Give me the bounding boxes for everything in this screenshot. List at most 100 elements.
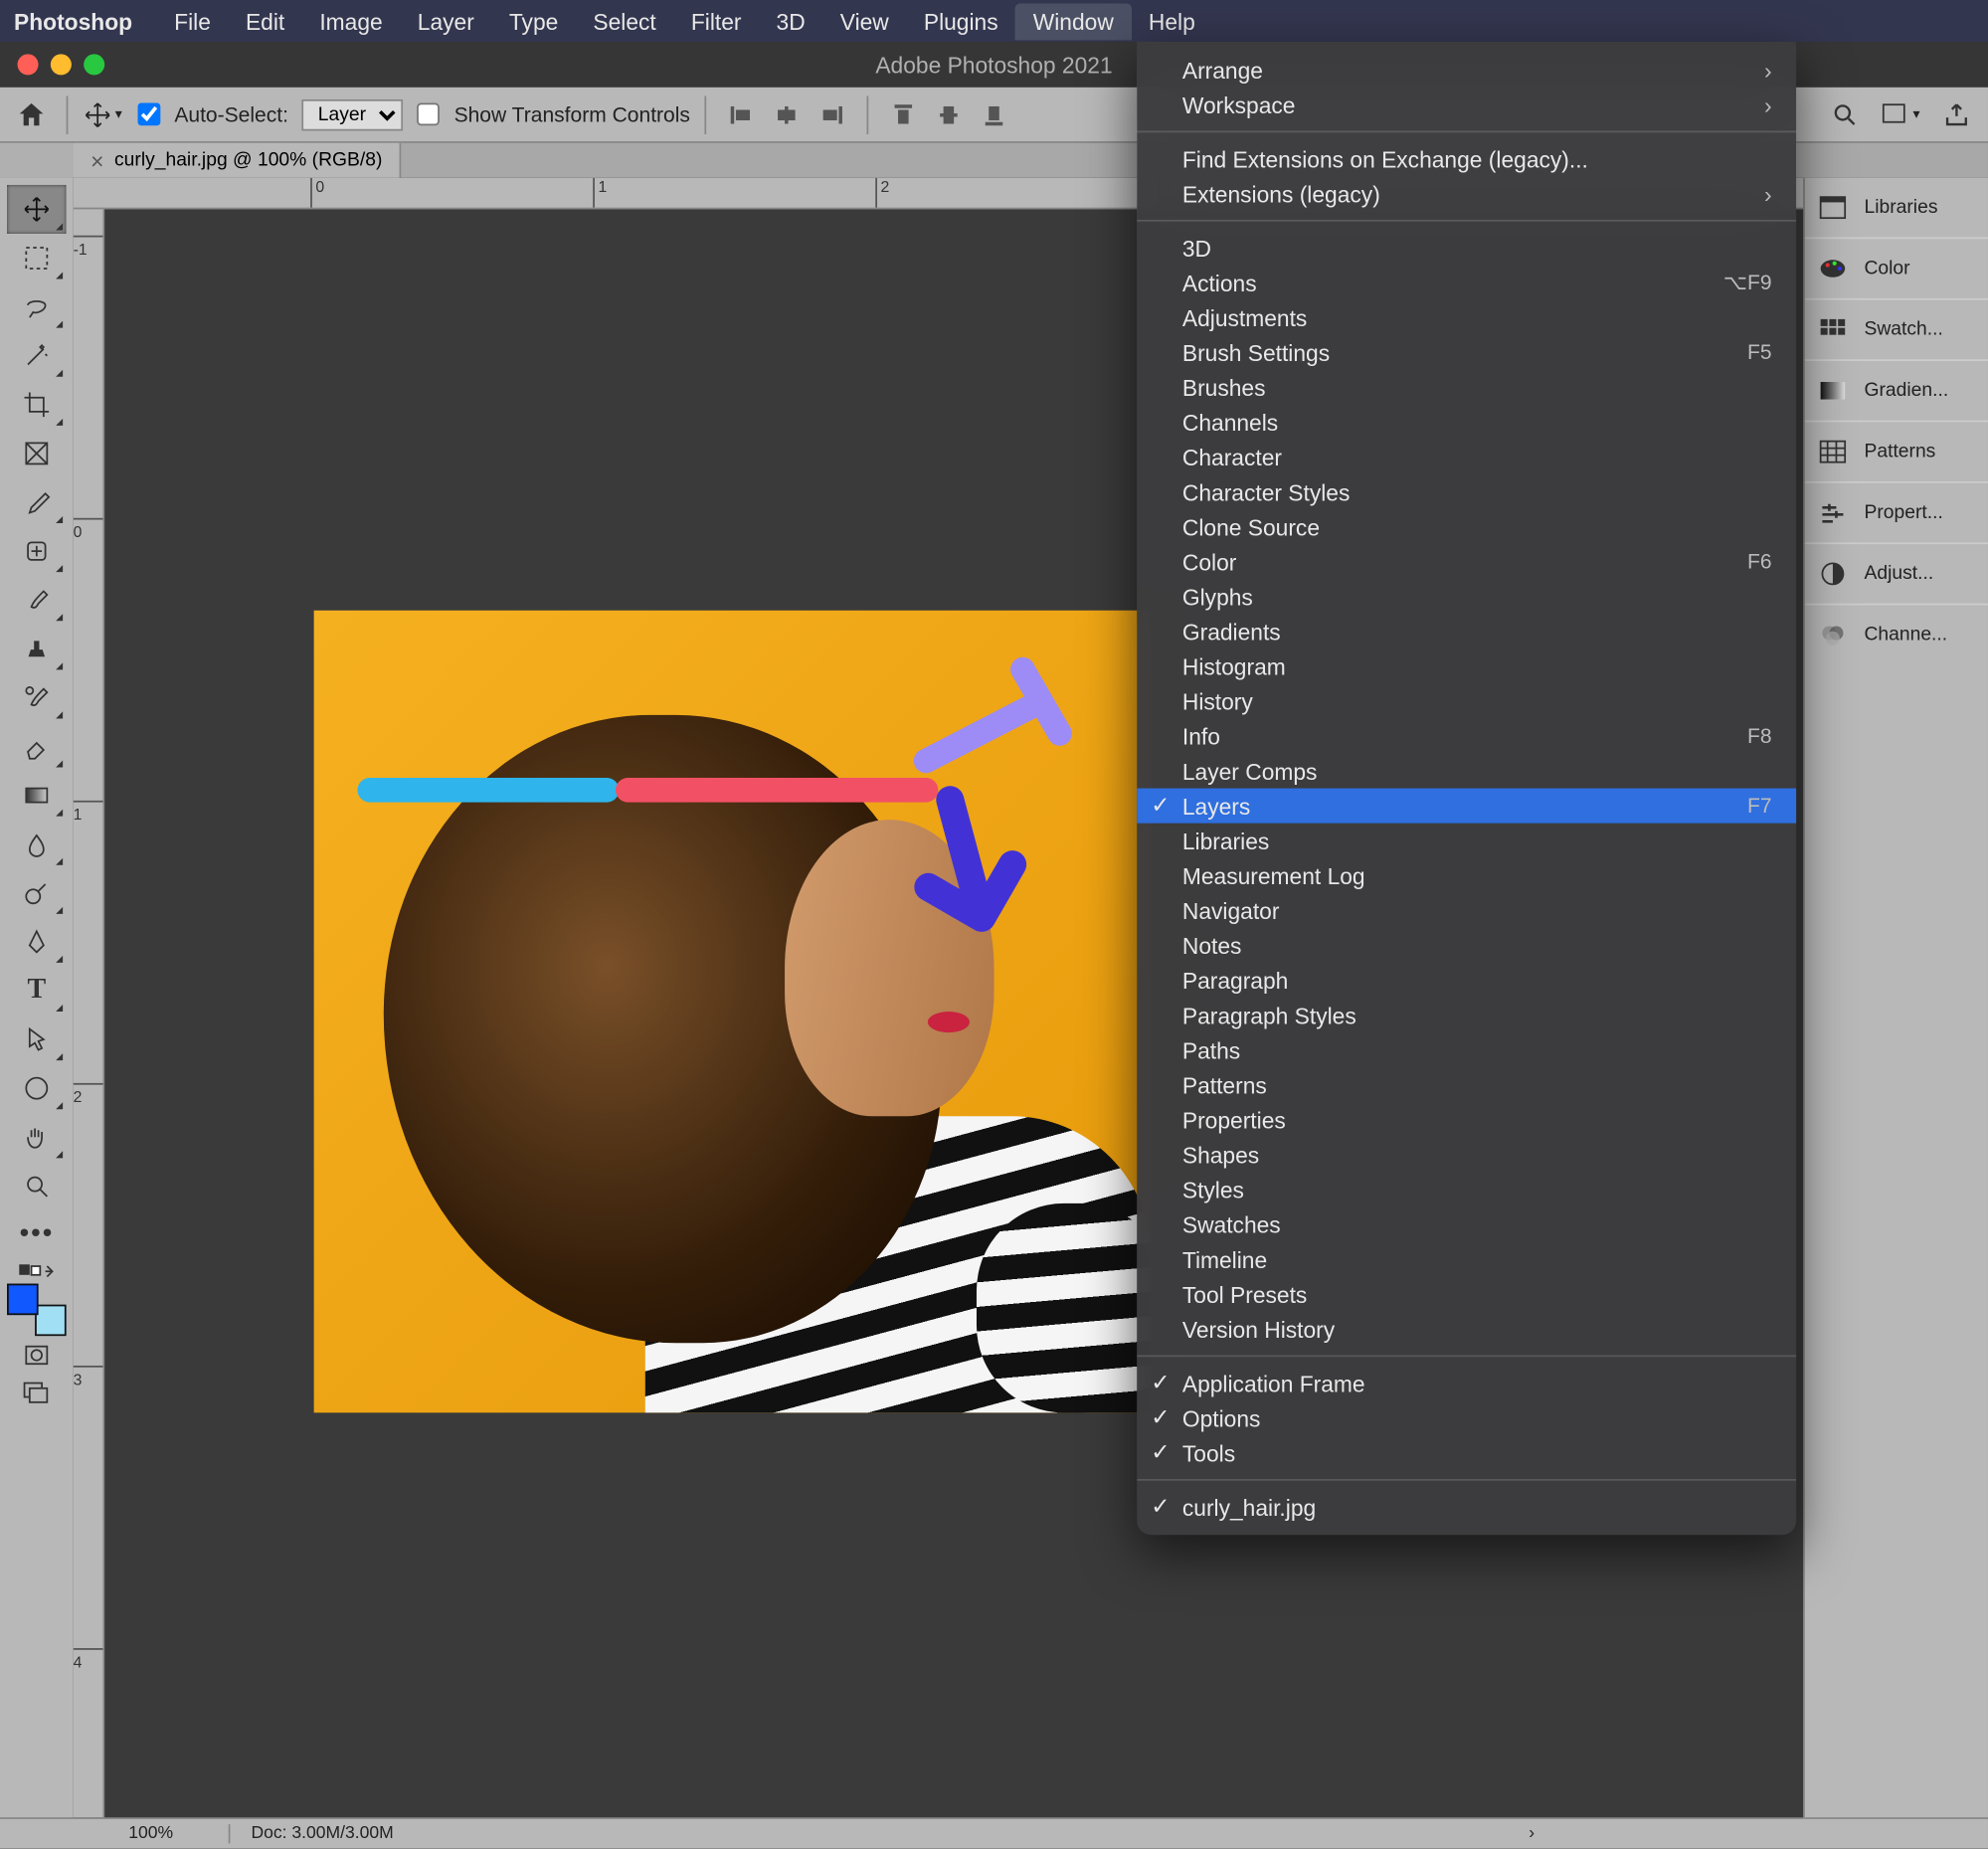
color-swatches[interactable] bbox=[7, 1284, 67, 1337]
screen-mode-icon[interactable]: ▾ bbox=[1880, 93, 1921, 135]
menu-item-notes[interactable]: Notes bbox=[1137, 928, 1796, 963]
menu-item-styles[interactable]: Styles bbox=[1137, 1172, 1796, 1206]
menu-item-measurement-log[interactable]: Measurement Log bbox=[1137, 858, 1796, 893]
type-tool[interactable]: T bbox=[7, 966, 67, 1015]
menu-item-application-frame[interactable]: ✓Application Frame bbox=[1137, 1366, 1796, 1400]
home-button[interactable] bbox=[11, 93, 53, 135]
menu-item-history[interactable]: History bbox=[1137, 683, 1796, 718]
close-window[interactable] bbox=[18, 54, 39, 75]
menu-item-properties[interactable]: Properties bbox=[1137, 1102, 1796, 1137]
path-selection-tool[interactable] bbox=[7, 1016, 67, 1064]
screen-mode-tool[interactable] bbox=[7, 1375, 67, 1413]
background-color-swatch[interactable] bbox=[35, 1305, 67, 1337]
frame-tool[interactable] bbox=[7, 429, 67, 477]
shape-tool[interactable] bbox=[7, 1064, 67, 1113]
move-tool-icon[interactable]: ▾ bbox=[82, 93, 123, 135]
menu-image[interactable]: Image bbox=[302, 3, 400, 40]
menu-item-glyphs[interactable]: Glyphs bbox=[1137, 579, 1796, 614]
lasso-tool[interactable] bbox=[7, 282, 67, 331]
menu-item-arrange[interactable]: Arrange› bbox=[1137, 53, 1796, 88]
menu-plugins[interactable]: Plugins bbox=[906, 3, 1015, 40]
menu-item-histogram[interactable]: Histogram bbox=[1137, 648, 1796, 683]
quickmask-icon[interactable] bbox=[7, 1336, 67, 1375]
search-icon[interactable] bbox=[1824, 93, 1866, 135]
align-top-icon[interactable] bbox=[882, 93, 924, 135]
menu-filter[interactable]: Filter bbox=[673, 3, 759, 40]
panel-properties[interactable]: Propert... bbox=[1805, 481, 1988, 542]
menu-item-navigator[interactable]: Navigator bbox=[1137, 893, 1796, 928]
menu-item-clone-source[interactable]: Clone Source bbox=[1137, 509, 1796, 544]
menu-select[interactable]: Select bbox=[576, 3, 673, 40]
menu-item-brushes[interactable]: Brushes bbox=[1137, 370, 1796, 405]
align-left-icon[interactable] bbox=[720, 93, 762, 135]
eyedropper-tool[interactable] bbox=[7, 477, 67, 526]
menu-item-extensions-legacy-[interactable]: Extensions (legacy)› bbox=[1137, 176, 1796, 211]
menu-item-character[interactable]: Character bbox=[1137, 440, 1796, 474]
menu-item-curly-hair-jpg[interactable]: ✓curly_hair.jpg bbox=[1137, 1489, 1796, 1524]
menu-item-layer-comps[interactable]: Layer Comps bbox=[1137, 754, 1796, 789]
menu-item-version-history[interactable]: Version History bbox=[1137, 1312, 1796, 1347]
doc-size-info[interactable]: Doc: 3.00M/3.00M bbox=[230, 1824, 414, 1843]
menu-item-actions[interactable]: Actions⌥F9 bbox=[1137, 266, 1796, 300]
eraser-tool[interactable] bbox=[7, 722, 67, 771]
magic-wand-tool[interactable] bbox=[7, 331, 67, 380]
menu-item-info[interactable]: InfoF8 bbox=[1137, 718, 1796, 753]
menu-item-find-extensions-on-exchange-legacy-[interactable]: Find Extensions on Exchange (legacy)... bbox=[1137, 141, 1796, 176]
menu-item-tools[interactable]: ✓Tools bbox=[1137, 1435, 1796, 1470]
auto-select-checkbox[interactable] bbox=[138, 102, 161, 125]
crop-tool[interactable] bbox=[7, 380, 67, 429]
align-vcenter-icon[interactable] bbox=[927, 93, 969, 135]
panel-patterns[interactable]: Patterns bbox=[1805, 421, 1988, 481]
zoom-level[interactable]: 100% bbox=[74, 1824, 231, 1843]
menu-item-character-styles[interactable]: Character Styles bbox=[1137, 474, 1796, 509]
menu-item-brush-settings[interactable]: Brush SettingsF5 bbox=[1137, 335, 1796, 370]
edit-toolbar[interactable]: ••• bbox=[7, 1210, 67, 1259]
align-right-icon[interactable] bbox=[811, 93, 852, 135]
menu-item-shapes[interactable]: Shapes bbox=[1137, 1137, 1796, 1172]
menu-item-layers[interactable]: ✓LayersF7 bbox=[1137, 789, 1796, 824]
close-tab-icon[interactable]: × bbox=[90, 147, 103, 173]
auto-select-dropdown[interactable]: Layer bbox=[302, 98, 404, 130]
panel-gradients[interactable]: Gradien... bbox=[1805, 359, 1988, 420]
brush-tool[interactable] bbox=[7, 576, 67, 625]
align-bottom-icon[interactable] bbox=[973, 93, 1014, 135]
menu-file[interactable]: File bbox=[157, 3, 229, 40]
swap-colors-icon[interactable] bbox=[7, 1259, 67, 1284]
gradient-tool[interactable] bbox=[7, 771, 67, 820]
menu-type[interactable]: Type bbox=[491, 3, 575, 40]
blur-tool[interactable] bbox=[7, 820, 67, 868]
menu-layer[interactable]: Layer bbox=[400, 3, 491, 40]
menu-edit[interactable]: Edit bbox=[228, 3, 301, 40]
history-brush-tool[interactable] bbox=[7, 673, 67, 722]
panel-swatches[interactable]: Swatch... bbox=[1805, 298, 1988, 359]
menu-item-gradients[interactable]: Gradients bbox=[1137, 614, 1796, 648]
menu-help[interactable]: Help bbox=[1131, 3, 1212, 40]
menu-item-tool-presets[interactable]: Tool Presets bbox=[1137, 1277, 1796, 1312]
menu-item-timeline[interactable]: Timeline bbox=[1137, 1241, 1796, 1276]
menu-item-color[interactable]: ColorF6 bbox=[1137, 544, 1796, 579]
zoom-tool[interactable] bbox=[7, 1162, 67, 1210]
panel-libraries[interactable]: Libraries bbox=[1805, 178, 1988, 238]
dodge-tool[interactable] bbox=[7, 868, 67, 917]
menu-item-workspace[interactable]: Workspace› bbox=[1137, 88, 1796, 122]
clone-stamp-tool[interactable] bbox=[7, 625, 67, 673]
show-transform-checkbox[interactable] bbox=[418, 102, 441, 125]
menu-item-channels[interactable]: Channels bbox=[1137, 405, 1796, 440]
panel-color[interactable]: Color bbox=[1805, 237, 1988, 297]
menu-window[interactable]: Window bbox=[1015, 3, 1131, 40]
foreground-color-swatch[interactable] bbox=[7, 1284, 39, 1316]
status-chevron-icon[interactable]: › bbox=[1515, 1824, 1988, 1843]
menu-item-paragraph-styles[interactable]: Paragraph Styles bbox=[1137, 998, 1796, 1032]
menu-item-swatches[interactable]: Swatches bbox=[1137, 1206, 1796, 1241]
healing-brush-tool[interactable] bbox=[7, 527, 67, 576]
document-tab[interactable]: × curly_hair.jpg @ 100% (RGB/8) bbox=[74, 143, 402, 178]
panel-channels[interactable]: Channe... bbox=[1805, 604, 1988, 664]
menu-item-3d[interactable]: 3D bbox=[1137, 230, 1796, 265]
menu-item-paragraph[interactable]: Paragraph bbox=[1137, 963, 1796, 998]
menu-item-patterns[interactable]: Patterns bbox=[1137, 1067, 1796, 1102]
menu-3d[interactable]: 3D bbox=[759, 3, 822, 40]
marquee-tool[interactable] bbox=[7, 234, 67, 282]
menu-item-paths[interactable]: Paths bbox=[1137, 1032, 1796, 1067]
minimize-window[interactable] bbox=[51, 54, 72, 75]
menu-item-adjustments[interactable]: Adjustments bbox=[1137, 300, 1796, 335]
